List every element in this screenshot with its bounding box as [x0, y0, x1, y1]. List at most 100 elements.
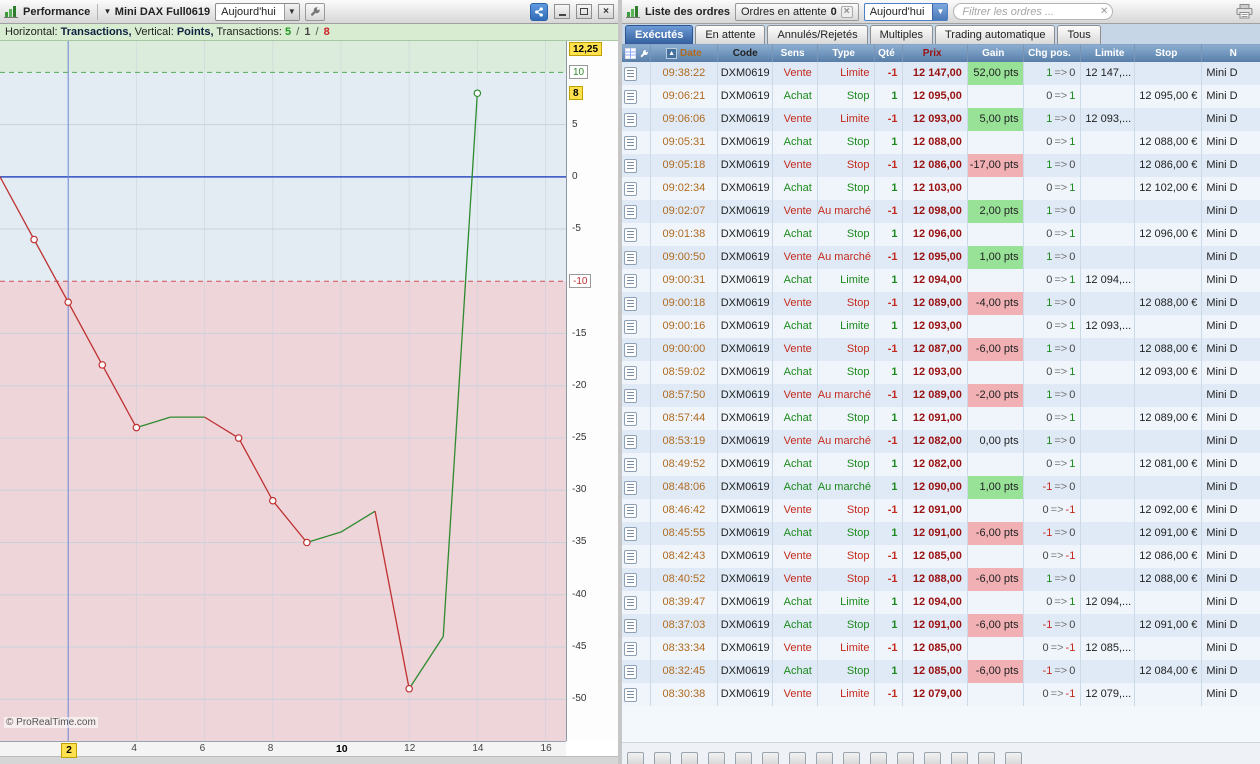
pending-orders-button[interactable]: Ordres en attente 0 ×: [734, 2, 859, 21]
tab-annules-rejetes[interactable]: Annulés/Rejetés: [767, 25, 868, 44]
order-row[interactable]: 09:00:18 DXM0619 Vente Stop -1 12 089,00 -4,00…: [622, 292, 1260, 315]
order-details-icon[interactable]: [624, 135, 637, 150]
order-row[interactable]: 09:05:18 DXM0619 Vente Stop -1 12 086,00 -17,0…: [622, 154, 1260, 177]
order-row[interactable]: 09:05:31 DXM0619 Achat Stop 1 12 088,00 0 => 1 12…: [622, 131, 1260, 154]
order-details-icon[interactable]: [624, 89, 637, 104]
column-header-gain[interactable]: Gain: [968, 45, 1024, 62]
order-row[interactable]: 09:00:16 DXM0619 Achat Limite 1 12 093,00 0 => 1…: [622, 315, 1260, 338]
order-row[interactable]: 08:57:50 DXM0619 Vente Au marché -1 12 089,00…: [622, 384, 1260, 407]
column-header-stop[interactable]: Stop: [1135, 45, 1203, 62]
chart-settings-button[interactable]: [304, 2, 325, 21]
column-header-sens[interactable]: Sens: [773, 45, 818, 62]
order-details-icon[interactable]: [624, 227, 637, 242]
order-details-icon[interactable]: [624, 434, 637, 449]
order-row[interactable]: 08:32:45 DXM0619 Achat Stop 1 12 085,00 -6,00 …: [622, 660, 1260, 683]
order-row[interactable]: 09:01:38 DXM0619 Achat Stop 1 12 096,00 0 => 1 12…: [622, 223, 1260, 246]
bottom-toolbar-icon[interactable]: [1005, 752, 1022, 764]
bottom-toolbar-icon[interactable]: [978, 752, 995, 764]
order-row[interactable]: 08:46:42 DXM0619 Vente Stop -1 12 091,00 0 => -1…: [622, 499, 1260, 522]
column-header-chg-pos[interactable]: Chg pos.: [1024, 45, 1082, 62]
bottom-toolbar-icon[interactable]: [843, 752, 860, 764]
bottom-toolbar-icon[interactable]: [951, 752, 968, 764]
bottom-toolbar-icon[interactable]: [654, 752, 671, 764]
order-details-icon[interactable]: [624, 365, 637, 380]
order-details-icon[interactable]: [624, 388, 637, 403]
bottom-toolbar-icon[interactable]: [816, 752, 833, 764]
instrument-dropdown-caret-icon[interactable]: ▾: [105, 6, 110, 17]
order-details-icon[interactable]: [624, 480, 637, 495]
share-button[interactable]: [530, 2, 548, 21]
order-details-icon[interactable]: [624, 250, 637, 265]
order-details-icon[interactable]: [624, 595, 637, 610]
order-details-icon[interactable]: [624, 273, 637, 288]
column-header-qty[interactable]: Qté: [875, 45, 903, 62]
order-details-icon[interactable]: [624, 204, 637, 219]
order-row[interactable]: 09:02:07 DXM0619 Vente Au marché -1 12 098,00…: [622, 200, 1260, 223]
tab-multiples[interactable]: Multiples: [869, 25, 933, 44]
order-details-icon[interactable]: [624, 181, 637, 196]
order-row[interactable]: 09:00:00 DXM0619 Vente Stop -1 12 087,00 -6,00…: [622, 338, 1260, 361]
column-header-nom[interactable]: N: [1202, 45, 1260, 62]
bottom-toolbar-icon[interactable]: [870, 752, 887, 764]
order-details-icon[interactable]: [624, 319, 637, 334]
order-row[interactable]: 09:38:22 DXM0619 Vente Limite -1 12 147,00 52,…: [622, 62, 1260, 85]
period-select-left[interactable]: Aujourd'hui ▼: [215, 2, 300, 21]
order-details-icon[interactable]: [624, 549, 637, 564]
bottom-toolbar-icon[interactable]: [735, 752, 752, 764]
bottom-toolbar-icon[interactable]: [897, 752, 914, 764]
column-header-code[interactable]: Code: [718, 45, 774, 62]
bottom-toolbar-icon[interactable]: [789, 752, 806, 764]
order-details-icon[interactable]: [624, 158, 637, 173]
column-header-type[interactable]: Type: [818, 45, 876, 62]
print-button[interactable]: [1232, 2, 1256, 22]
tab-en-attente[interactable]: En attente: [695, 25, 766, 44]
order-details-icon[interactable]: [624, 526, 637, 541]
bottom-toolbar-icon[interactable]: [627, 752, 644, 764]
order-details-icon[interactable]: [624, 112, 637, 127]
bottom-toolbar-icon[interactable]: [924, 752, 941, 764]
order-row[interactable]: 08:33:34 DXM0619 Vente Limite -1 12 085,00 0 =>…: [622, 637, 1260, 660]
order-row[interactable]: 08:57:44 DXM0619 Achat Stop 1 12 091,00 0 => 1 12…: [622, 407, 1260, 430]
order-details-icon[interactable]: [624, 411, 637, 426]
order-row[interactable]: 09:06:06 DXM0619 Vente Limite -1 12 093,00 5,0…: [622, 108, 1260, 131]
tab-trading-automatique[interactable]: Trading automatique: [934, 25, 1056, 44]
instrument-name[interactable]: Mini DAX Full0619: [115, 6, 210, 18]
order-details-icon[interactable]: [624, 641, 637, 656]
filter-clear-icon[interactable]: ✕: [1100, 6, 1108, 17]
close-button[interactable]: ×: [598, 4, 614, 19]
order-row[interactable]: 08:53:19 DXM0619 Vente Au marché -1 12 082,00…: [622, 430, 1260, 453]
maximize-button[interactable]: [576, 4, 592, 19]
performance-chart[interactable]: 12,25 10 8 5 0 -5 -10 -15 -20 -25 -30 -35 -40 -45 -50 …: [0, 41, 618, 758]
order-row[interactable]: 09:00:50 DXM0619 Vente Au marché -1 12 095,00…: [622, 246, 1260, 269]
order-row[interactable]: 08:59:02 DXM0619 Achat Stop 1 12 093,00 0 => 1 12…: [622, 361, 1260, 384]
order-details-icon[interactable]: [624, 296, 637, 311]
order-row[interactable]: 08:30:38 DXM0619 Vente Limite -1 12 079,00 0 =>…: [622, 683, 1260, 706]
order-details-icon[interactable]: [624, 618, 637, 633]
minimize-button[interactable]: [554, 4, 570, 19]
column-header-prix[interactable]: Prix: [903, 45, 968, 62]
pending-close-icon[interactable]: ×: [840, 5, 853, 18]
order-details-icon[interactable]: [624, 457, 637, 472]
bottom-toolbar-icon[interactable]: [681, 752, 698, 764]
column-header-limite[interactable]: Limite: [1081, 45, 1136, 62]
order-row[interactable]: 08:42:43 DXM0619 Vente Stop -1 12 085,00 0 => -1…: [622, 545, 1260, 568]
filter-input[interactable]: [953, 3, 1114, 20]
order-details-icon[interactable]: [624, 503, 637, 518]
order-row[interactable]: 08:45:55 DXM0619 Achat Stop 1 12 091,00 -6,00 …: [622, 522, 1260, 545]
tab-tous[interactable]: Tous: [1057, 25, 1101, 44]
bottom-toolbar-icon[interactable]: [762, 752, 779, 764]
order-row[interactable]: 08:39:47 DXM0619 Achat Limite 1 12 094,00 0 => 1…: [622, 591, 1260, 614]
order-row[interactable]: 08:48:06 DXM0619 Achat Au marché 1 12 090,00 1…: [622, 476, 1260, 499]
order-details-icon[interactable]: [624, 664, 637, 679]
order-row[interactable]: 09:00:31 DXM0619 Achat Limite 1 12 094,00 0 => 1…: [622, 269, 1260, 292]
order-details-icon[interactable]: [624, 342, 637, 357]
performance-equity-curve[interactable]: [0, 41, 566, 741]
tab-executes[interactable]: Exécutés: [625, 25, 694, 44]
order-row[interactable]: 09:02:34 DXM0619 Achat Stop 1 12 103,00 0 => 1 12…: [622, 177, 1260, 200]
order-details-icon[interactable]: [624, 572, 637, 587]
bottom-toolbar-icon[interactable]: [708, 752, 725, 764]
order-row[interactable]: 09:06:21 DXM0619 Achat Stop 1 12 095,00 0 => 1 12…: [622, 85, 1260, 108]
order-row[interactable]: 08:37:03 DXM0619 Achat Stop 1 12 091,00 -6,00 …: [622, 614, 1260, 637]
order-details-icon[interactable]: [624, 687, 637, 702]
order-row[interactable]: 08:40:52 DXM0619 Vente Stop -1 12 088,00 -6,00…: [622, 568, 1260, 591]
